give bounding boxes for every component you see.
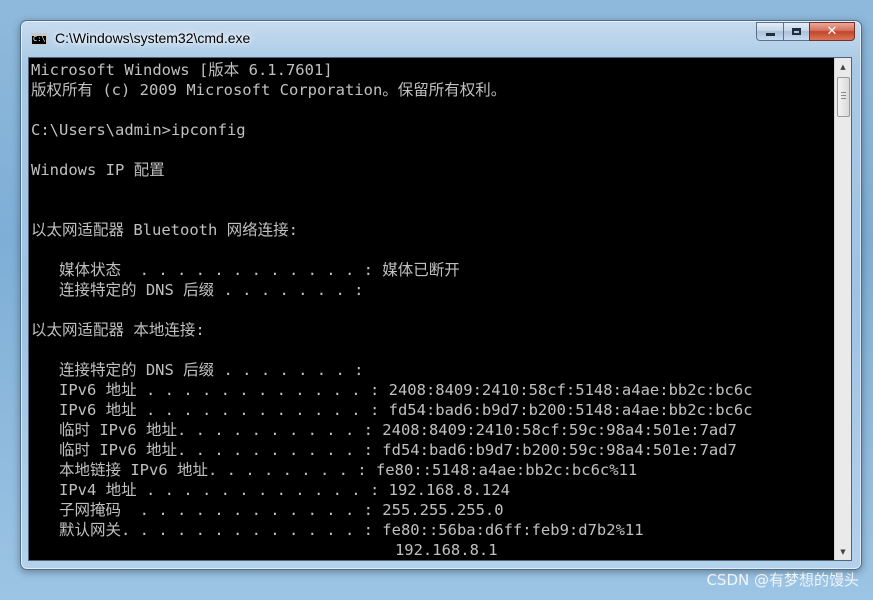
window-title: C:\Windows\system32\cmd.exe (55, 30, 251, 46)
vertical-scrollbar[interactable]: ▲ ▼ (834, 58, 851, 560)
cmd-window: C:\Windows\system32\cmd.exe ✕ Microsoft … (20, 20, 862, 570)
console-line: 本地链接 IPv6 地址. . . . . . . . : fe80::5148… (31, 461, 638, 479)
grip-line (841, 98, 846, 99)
scrollbar-thumb[interactable] (837, 77, 850, 117)
console-line: 临时 IPv6 地址. . . . . . . . . . : 2408:840… (31, 421, 737, 439)
maximize-icon (792, 28, 801, 35)
console-line: 192.168.8.1 (31, 541, 498, 559)
console-line: 临时 IPv6 地址. . . . . . . . . . : fd54:bad… (31, 441, 737, 459)
close-icon: ✕ (826, 24, 838, 39)
arrow-down-icon: ▼ (840, 547, 846, 556)
console-app-icon[interactable] (31, 33, 47, 45)
console-line: 连接特定的 DNS 后缀 . . . . . . . : (31, 361, 364, 379)
console-line: 连接特定的 DNS 后缀 . . . . . . . : (31, 281, 364, 299)
console-line: 媒体状态 . . . . . . . . . . . . : 媒体已断开 (31, 261, 460, 279)
grip-line (841, 95, 846, 96)
minimize-button[interactable] (756, 22, 783, 41)
console-area[interactable]: Microsoft Windows [版本 6.1.7601] 版权所有 (c) … (28, 57, 852, 561)
arrow-up-icon: ▲ (840, 62, 846, 71)
watermark: CSDN @有梦想的馒头 (706, 571, 859, 589)
console-line: 子网掩码 . . . . . . . . . . . . : 255.255.2… (31, 501, 504, 519)
scroll-down-button[interactable]: ▼ (835, 543, 851, 560)
console-output: Microsoft Windows [版本 6.1.7601] 版权所有 (c) … (31, 60, 753, 560)
maximize-button[interactable] (783, 22, 809, 41)
scroll-up-button[interactable]: ▲ (835, 58, 851, 75)
console-line: 默认网关. . . . . . . . . . . . . : fe80::56… (31, 521, 644, 539)
console-line: C:\Users\admin>ipconfig (31, 121, 246, 139)
minimize-icon (765, 33, 775, 36)
console-line: 以太网适配器 本地连接: (31, 321, 205, 339)
console-line: Microsoft Windows [版本 6.1.7601] (31, 61, 333, 79)
console-line: IPv6 地址 . . . . . . . . . . . . : 2408:8… (31, 381, 753, 399)
console-line: 版权所有 (c) 2009 Microsoft Corporation。保留所有… (31, 81, 507, 99)
window-controls: ✕ (756, 22, 855, 42)
grip-line (841, 92, 846, 93)
console-line: IPv6 地址 . . . . . . . . . . . . : fd54:b… (31, 401, 753, 419)
title-bar[interactable]: C:\Windows\system32\cmd.exe ✕ (21, 21, 861, 57)
console-line: IPv4 地址 . . . . . . . . . . . . : 192.16… (31, 481, 510, 499)
console-line: 以太网适配器 Bluetooth 网络连接: (31, 221, 298, 239)
close-button[interactable]: ✕ (809, 22, 855, 41)
console-line: Windows IP 配置 (31, 161, 165, 179)
